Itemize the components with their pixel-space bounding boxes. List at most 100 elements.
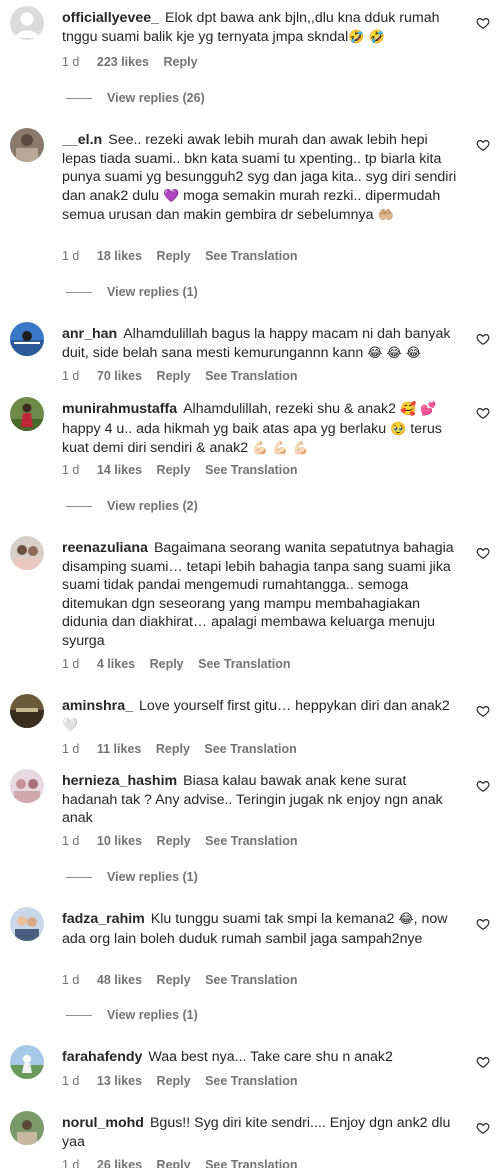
replies-divider <box>66 1014 92 1016</box>
comment-emoji: 🤍 <box>62 717 79 733</box>
comment-emoji: 😂 😂 😂 <box>367 345 422 361</box>
avatar[interactable] <box>10 1111 44 1145</box>
see-translation-button[interactable]: See Translation <box>205 1074 297 1088</box>
comment-emoji: 🤲🏼 <box>377 208 394 224</box>
view-replies-label[interactable]: View replies (26) <box>107 91 205 105</box>
like-button[interactable] <box>474 404 492 422</box>
comment-username[interactable]: norul_mohd <box>62 1115 144 1131</box>
avatar[interactable] <box>10 397 44 431</box>
avatar[interactable] <box>10 907 44 941</box>
comment-time: 1 d <box>62 657 80 671</box>
comment-emoji: 💪🏻 💪🏻 💪🏻 <box>252 441 309 457</box>
comment-username[interactable]: reenazuliana <box>62 540 148 556</box>
comment-username[interactable]: __el.n <box>62 132 102 148</box>
comment-username[interactable]: officiallyevee_ <box>62 10 159 26</box>
view-replies-button[interactable]: View replies (26) <box>66 91 205 105</box>
like-count[interactable]: 223 likes <box>97 55 149 69</box>
see-translation-button[interactable]: See Translation <box>205 369 297 383</box>
comment-text: Waa best nya... Take care shu n anak2 <box>148 1049 393 1065</box>
view-replies-button[interactable]: View replies (1) <box>66 285 198 299</box>
reply-button[interactable]: Reply <box>164 55 198 69</box>
comment-meta: 1 d 10 likes Reply See Translation <box>62 834 297 848</box>
view-replies-button[interactable]: View replies (1) <box>66 870 198 884</box>
comment-text: Klu tunggu suami tak smpi la kemana2 <box>150 911 395 927</box>
comment-text: Alhamdulillah, rezeki shu & anak2 <box>183 401 397 417</box>
comment-username[interactable]: anr_han <box>62 326 117 342</box>
comment-meta: 1 d 26 likes Reply See Translation <box>62 1158 297 1168</box>
comment-body: __el.n See.. rezeki awak lebih murah dan … <box>62 131 462 226</box>
like-button[interactable] <box>474 1053 492 1071</box>
comment-username[interactable]: munirahmustaffa <box>62 401 177 417</box>
reply-button[interactable]: Reply <box>157 249 191 263</box>
avatar[interactable] <box>10 536 44 570</box>
like-button[interactable] <box>474 14 492 32</box>
reply-button[interactable]: Reply <box>157 834 191 848</box>
reply-button[interactable]: Reply <box>157 973 191 987</box>
view-replies-label[interactable]: View replies (1) <box>107 1008 198 1022</box>
reply-button[interactable]: Reply <box>150 657 184 671</box>
replies-divider <box>66 97 92 99</box>
like-count[interactable]: 14 likes <box>97 463 142 477</box>
comment-emoji: 😂 <box>398 912 414 927</box>
view-replies-label[interactable]: View replies (1) <box>107 870 198 884</box>
like-button[interactable] <box>474 330 492 348</box>
see-translation-button[interactable]: See Translation <box>204 742 296 756</box>
see-translation-button[interactable]: See Translation <box>205 1158 297 1168</box>
comment-username[interactable]: aminshra_ <box>62 698 133 714</box>
heart-outline-icon <box>476 1057 490 1068</box>
avatar[interactable] <box>10 694 44 728</box>
reply-button[interactable]: Reply <box>157 1074 191 1088</box>
comment-time: 1 d <box>62 834 80 848</box>
heart-outline-icon <box>476 140 490 151</box>
heart-outline-icon <box>476 408 490 419</box>
like-count[interactable]: 4 likes <box>97 657 135 671</box>
heart-outline-icon <box>476 334 490 345</box>
like-button[interactable] <box>474 1119 492 1137</box>
view-replies-button[interactable]: View replies (1) <box>66 1008 198 1022</box>
like-count[interactable]: 11 likes <box>97 742 142 756</box>
like-count[interactable]: 70 likes <box>97 369 142 383</box>
like-count[interactable]: 13 likes <box>97 1074 142 1088</box>
like-button[interactable] <box>474 915 492 933</box>
reply-button[interactable]: Reply <box>157 1158 191 1168</box>
like-count[interactable]: 26 likes <box>97 1158 142 1168</box>
comment-emoji: 🥰 💕 <box>399 402 437 417</box>
like-button[interactable] <box>474 136 492 154</box>
see-translation-button[interactable]: See Translation <box>205 973 297 987</box>
avatar[interactable] <box>10 1045 44 1079</box>
comment-body: hernieza_hashim Biasa kalau bawak anak ke… <box>62 772 462 828</box>
comment-body: fadza_rahim Klu tunggu suami tak smpi la … <box>62 910 462 948</box>
view-replies-label[interactable]: View replies (2) <box>107 499 198 513</box>
view-replies-button[interactable]: View replies (2) <box>66 499 198 513</box>
like-button[interactable] <box>474 777 492 795</box>
avatar[interactable] <box>10 769 44 803</box>
like-button[interactable] <box>474 702 492 720</box>
comment-meta: 1 d 13 likes Reply See Translation <box>62 1074 297 1088</box>
avatar[interactable] <box>10 128 44 162</box>
comment-body: aminshra_ Love yourself first gitu… heppy… <box>62 697 462 735</box>
avatar[interactable] <box>10 322 44 356</box>
comment-body: officiallyevee_ Elok dpt bawa ank bjln,,d… <box>62 9 462 47</box>
comment-time: 1 d <box>62 369 80 383</box>
comment-time: 1 d <box>62 249 80 263</box>
comment-meta: 1 d 4 likes Reply See Translation <box>62 657 291 671</box>
see-translation-button[interactable]: See Translation <box>205 834 297 848</box>
comment-body: farahafendy Waa best nya... Take care shu… <box>62 1048 462 1067</box>
comment-username[interactable]: farahafendy <box>62 1049 142 1065</box>
like-button[interactable] <box>474 544 492 562</box>
like-count[interactable]: 18 likes <box>97 249 142 263</box>
see-translation-button[interactable]: See Translation <box>198 657 290 671</box>
comment-username[interactable]: fadza_rahim <box>62 911 145 927</box>
like-count[interactable]: 48 likes <box>97 973 142 987</box>
reply-button[interactable]: Reply <box>157 463 191 477</box>
see-translation-button[interactable]: See Translation <box>205 463 297 477</box>
comment-username[interactable]: hernieza_hashim <box>62 773 177 789</box>
like-count[interactable]: 10 likes <box>97 834 142 848</box>
avatar[interactable] <box>10 6 44 40</box>
see-translation-button[interactable]: See Translation <box>205 249 297 263</box>
comment-body: norul_mohd Bgus!! Syg diri kite sendri...… <box>62 1114 462 1151</box>
reply-button[interactable]: Reply <box>156 742 190 756</box>
comment-meta: 1 d 14 likes Reply See Translation <box>62 463 297 477</box>
reply-button[interactable]: Reply <box>157 369 191 383</box>
view-replies-label[interactable]: View replies (1) <box>107 285 198 299</box>
